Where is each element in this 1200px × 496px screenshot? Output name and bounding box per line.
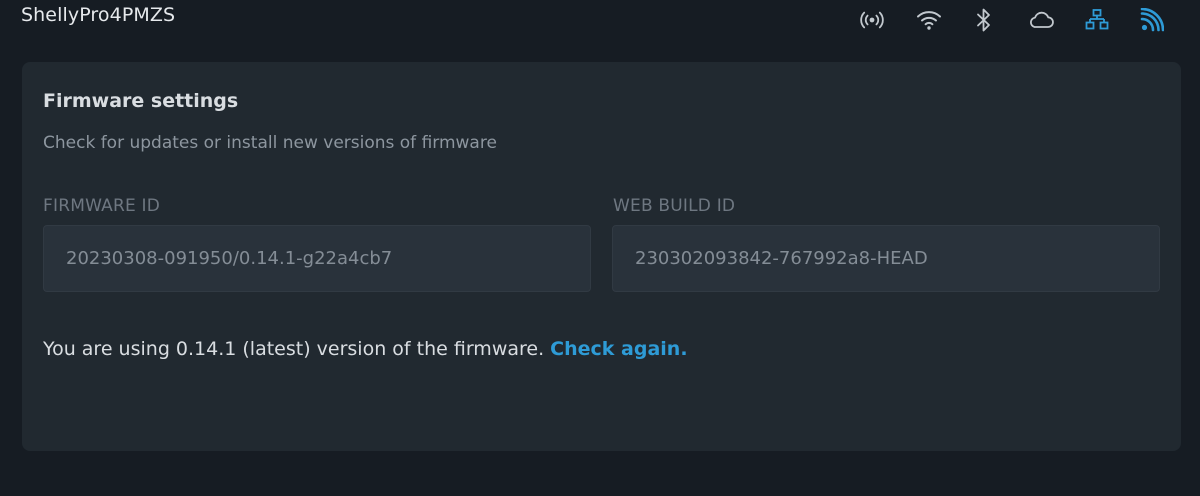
firmware-settings-card: Firmware settings Check for updates or i…	[22, 62, 1181, 451]
top-bar: ShellyPro4PMZS	[0, 0, 1200, 44]
firmware-status-line: You are using 0.14.1 (latest) version of…	[43, 338, 688, 360]
rss-feed-icon[interactable]	[1138, 6, 1166, 34]
firmware-id-label: FIRMWARE ID	[43, 196, 161, 216]
firmware-status-text: You are using 0.14.1 (latest) version of…	[43, 338, 545, 360]
ethernet-network-icon[interactable]	[1083, 6, 1111, 34]
status-icons	[0, 6, 1200, 34]
check-again-link[interactable]: Check again.	[550, 338, 687, 360]
card-title: Firmware settings	[43, 90, 239, 112]
bluetooth-icon[interactable]	[970, 6, 998, 34]
wifi-icon[interactable]	[915, 6, 943, 34]
web-build-id-field[interactable]: 230302093842-767992a8-HEAD	[612, 225, 1160, 292]
firmware-id-field[interactable]: 20230308-091950/0.14.1-g22a4cb7	[43, 225, 591, 292]
web-build-id-value: 230302093842-767992a8-HEAD	[635, 248, 928, 269]
card-subtitle: Check for updates or install new version…	[43, 133, 497, 153]
firmware-id-value: 20230308-091950/0.14.1-g22a4cb7	[66, 248, 393, 269]
web-build-id-label: WEB BUILD ID	[613, 196, 736, 216]
cloud-icon[interactable]	[1027, 6, 1055, 34]
signal-broadcast-icon[interactable]	[858, 6, 886, 34]
